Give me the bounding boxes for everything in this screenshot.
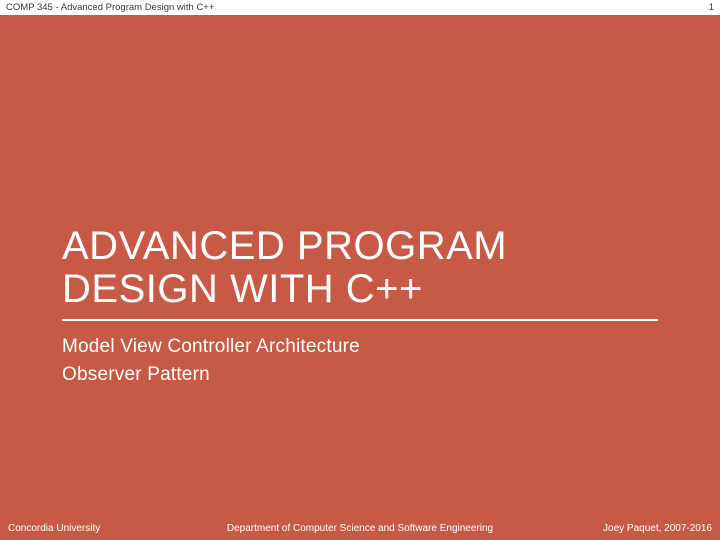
subtitle-line-1: Model View Controller Architecture (62, 333, 658, 361)
title-divider (62, 319, 658, 321)
page-number: 1 (709, 2, 714, 13)
footer: Concordia University Department of Compu… (0, 523, 720, 534)
footer-university: Concordia University (8, 523, 100, 534)
course-code: COMP 345 - Advanced Program Design with … (6, 2, 214, 13)
slide-title: ADVANCED PROGRAM DESIGN WITH C++ (62, 225, 658, 317)
subtitle-line-2: Observer Pattern (62, 361, 658, 389)
footer-author: Joey Paquet, 2007-2016 (603, 523, 712, 534)
content-block: ADVANCED PROGRAM DESIGN WITH C++ Model V… (62, 225, 658, 388)
slide: COMP 345 - Advanced Program Design with … (0, 0, 720, 540)
header-bar: COMP 345 - Advanced Program Design with … (0, 0, 720, 15)
